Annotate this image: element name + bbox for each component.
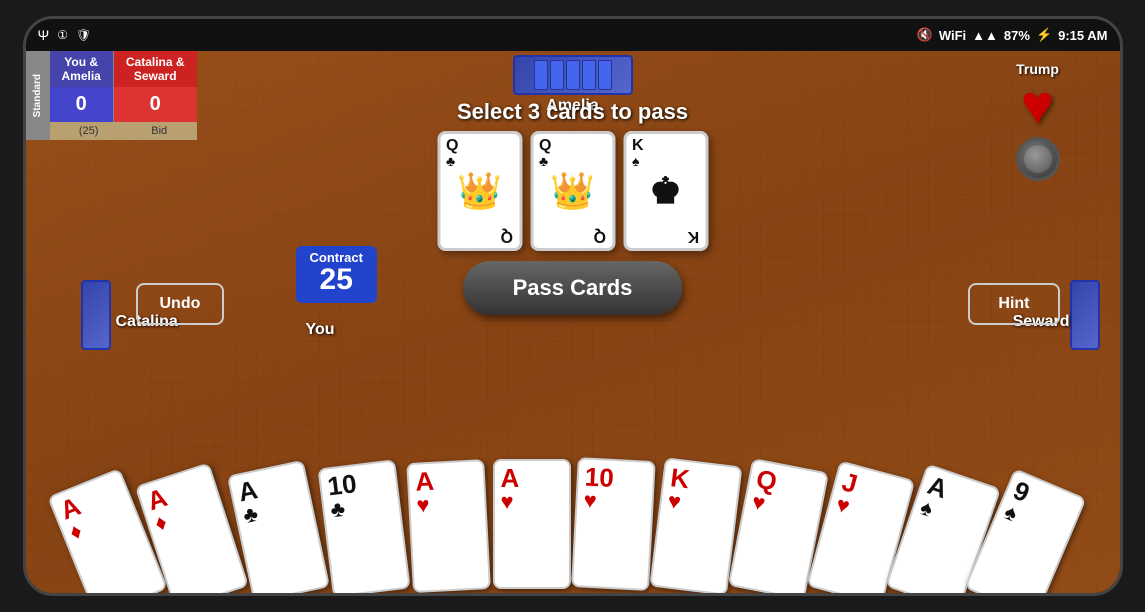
battery-icon: ⚡ bbox=[1036, 27, 1052, 43]
shield-icon: 🛡 bbox=[76, 28, 91, 42]
hc11-suit: ♠ bbox=[917, 496, 935, 521]
score-sub1: (25) bbox=[79, 125, 99, 137]
score-bottom: (25) Bid bbox=[50, 122, 197, 140]
contract-num: 25 bbox=[310, 265, 363, 295]
hc10-suit: ♥ bbox=[833, 493, 851, 518]
card1-suit-top: ♣ bbox=[446, 154, 455, 168]
hand-card-7[interactable]: 10 ♥ bbox=[571, 457, 656, 591]
left-card-stack bbox=[81, 280, 111, 350]
hc5-suit: ♥ bbox=[415, 494, 429, 517]
selected-card-2[interactable]: Q ♣ 👑 Q bbox=[530, 131, 615, 251]
card1-rank: Q bbox=[446, 138, 458, 154]
select-instruction: Select 3 cards to pass bbox=[457, 99, 688, 125]
score-sub2: Bid bbox=[151, 125, 167, 137]
card3-suit-top: ♠ bbox=[632, 154, 639, 168]
trump-btn-inner bbox=[1024, 145, 1052, 173]
hc3-suit: ♣ bbox=[241, 503, 260, 528]
status-left: Ψ ① 🛡 bbox=[38, 27, 92, 43]
hand-area: A ♦ A ♦ A ♣ 10 ♣ A ♥ bbox=[93, 433, 1053, 593]
top-deck bbox=[513, 55, 633, 95]
trump-button[interactable] bbox=[1016, 137, 1060, 181]
score-sidebar: Standard bbox=[26, 51, 50, 140]
status-bar: Ψ ① 🛡 🔇 WiFi ▲▲ 87% ⚡ 9:15 AM bbox=[26, 19, 1120, 51]
hc2-suit: ♦ bbox=[152, 511, 169, 535]
hand-card-6[interactable]: A ♥ bbox=[493, 459, 571, 589]
hc5-rank: A bbox=[414, 468, 434, 495]
you-label: You bbox=[306, 321, 335, 339]
left-card bbox=[81, 280, 111, 350]
card1-rank-bot: Q bbox=[501, 228, 513, 244]
hc6-rank: A bbox=[501, 465, 520, 491]
standard-label: Standard bbox=[32, 74, 43, 117]
trump-area: Trump ♥ bbox=[1016, 61, 1060, 181]
score-table: You &Amelia Catalina &Seward 0 0 (25) Bi… bbox=[50, 51, 197, 140]
score-panel: Standard You &Amelia Catalina &Seward 0 … bbox=[26, 51, 197, 140]
status-right: 🔇 WiFi ▲▲ 87% ⚡ 9:15 AM bbox=[917, 27, 1108, 43]
hand-card-4[interactable]: 10 ♣ bbox=[317, 459, 410, 593]
hc7-suit: ♥ bbox=[583, 490, 597, 513]
card1-center: 👑 bbox=[457, 170, 502, 212]
pass-cards-button[interactable]: Pass Cards bbox=[463, 261, 683, 315]
mute-icon: 🔇 bbox=[917, 27, 933, 43]
team2-name: Catalina &Seward bbox=[113, 51, 196, 87]
device-frame: Ψ ① 🛡 🔇 WiFi ▲▲ 87% ⚡ 9:15 AM Standard Y… bbox=[23, 16, 1123, 596]
sim-icon: ① bbox=[57, 28, 68, 42]
card2-center: 👑 bbox=[550, 170, 595, 212]
hand-card-8[interactable]: K ♥ bbox=[649, 457, 742, 593]
card2-rank-bot: Q bbox=[594, 228, 606, 244]
right-card bbox=[1070, 280, 1100, 350]
right-card-stack bbox=[1070, 280, 1100, 350]
contract-box: Contract 25 bbox=[296, 246, 377, 303]
undo-button[interactable]: Undo bbox=[136, 283, 225, 325]
selected-card-1[interactable]: Q ♣ 👑 Q bbox=[437, 131, 522, 251]
selected-cards-area: Q ♣ 👑 Q Q ♣ 👑 Q K ♠ ♚ K bbox=[437, 131, 708, 251]
hc8-suit: ♥ bbox=[666, 490, 682, 513]
wifi-icon: WiFi bbox=[939, 28, 966, 43]
card2-suit-top: ♣ bbox=[539, 154, 548, 168]
card3-center: ♚ bbox=[649, 170, 681, 212]
card2-rank: Q bbox=[539, 138, 551, 154]
clock: 9:15 AM bbox=[1058, 28, 1107, 43]
hand-card-5[interactable]: A ♥ bbox=[406, 459, 491, 593]
team2-score: 0 bbox=[113, 87, 196, 122]
team1-score: 0 bbox=[50, 87, 114, 122]
game-area: Standard You &Amelia Catalina &Seward 0 … bbox=[26, 51, 1120, 593]
card3-rank-bot: K bbox=[687, 228, 699, 244]
hc9-suit: ♥ bbox=[750, 491, 767, 515]
card3-rank: K bbox=[632, 138, 644, 154]
usb-icon: Ψ bbox=[38, 27, 50, 43]
hc12-suit: ♠ bbox=[1001, 501, 1020, 526]
team1-name: You &Amelia bbox=[50, 51, 114, 87]
signal-icon: ▲▲ bbox=[972, 28, 998, 43]
battery-pct: 87% bbox=[1004, 28, 1030, 43]
hint-button[interactable]: Hint bbox=[968, 283, 1059, 325]
hc1-suit: ♦ bbox=[66, 520, 85, 545]
trump-suit: ♥ bbox=[1021, 77, 1054, 133]
hc6-suit: ♥ bbox=[501, 491, 514, 513]
selected-card-3[interactable]: K ♠ ♚ K bbox=[623, 131, 708, 251]
hc4-suit: ♣ bbox=[329, 498, 346, 522]
